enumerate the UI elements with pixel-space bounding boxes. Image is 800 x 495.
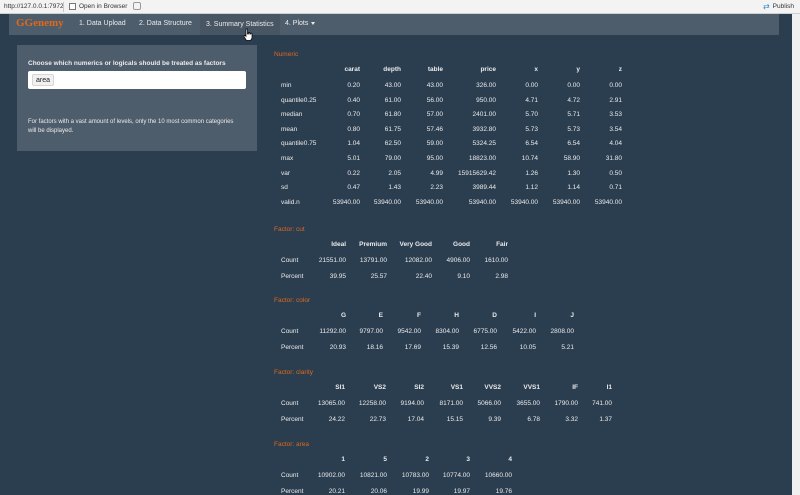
factor-title: Factor: color	[274, 297, 311, 304]
open-window-icon	[69, 3, 76, 10]
table-cell: 0.71	[609, 184, 622, 192]
column-header: z	[618, 66, 622, 73]
table-cell: 0.00	[609, 82, 622, 89]
open-in-browser-label: Open in Browser	[79, 3, 128, 10]
publish-button[interactable]: ⇄ Publish	[763, 1, 794, 12]
url-text[interactable]: http://127.0.0.1:7972	[4, 3, 64, 10]
tab-plots-label: 4. Plots	[285, 20, 309, 27]
tab-data-structure[interactable]: 2. Data Structure	[139, 20, 192, 27]
table-cell: 4.99	[430, 169, 443, 177]
table-cell: 741.00	[592, 400, 612, 407]
column-header: J	[570, 312, 574, 319]
table-cell: 53940.00	[594, 198, 622, 206]
table-cell: 4.04	[609, 140, 622, 148]
table-cell: 3.54	[609, 125, 622, 133]
table-cell: 31.80	[605, 155, 622, 162]
numeric-title: Numeric	[274, 51, 299, 58]
factor-select-input[interactable]: area	[28, 71, 246, 89]
table-cell: 3.53	[609, 111, 622, 119]
table-cell: 0.50	[609, 169, 622, 177]
table-cell: 5.21	[561, 343, 574, 351]
refresh-icon[interactable]	[133, 2, 141, 10]
selected-chip[interactable]: area	[32, 74, 55, 86]
factor-levels-note: For factors with a vast amount of levels…	[28, 119, 234, 134]
table-cell: 2.91	[609, 96, 622, 104]
publish-label: Publish	[772, 3, 794, 10]
column-header: table	[427, 66, 443, 73]
publish-icon: ⇄	[762, 2, 770, 11]
factor-title: Factor: area	[274, 441, 310, 448]
tab-summary-statistics[interactable]: 3. Summary Statistics	[200, 14, 280, 35]
table-cell: 1.37	[599, 415, 612, 423]
row-label: var	[281, 169, 291, 177]
factor-title: Factor: cut	[274, 226, 305, 233]
table-cell: 10660.00	[484, 472, 512, 479]
table-cell: 2808.00	[550, 328, 575, 335]
tab-plots[interactable]: 4. Plots	[285, 20, 316, 27]
table-cell: 53940.00	[415, 198, 443, 206]
sidebar-panel: Choose which numerics or logicals should…	[17, 45, 257, 151]
row-label: mean	[281, 125, 298, 133]
table-cell: 95.00	[426, 155, 443, 162]
table-cell: 2.98	[495, 272, 508, 280]
table-cell: 19.76	[495, 487, 512, 495]
open-in-browser-button[interactable]: Open in Browser	[69, 1, 127, 12]
column-header: Fair	[496, 241, 508, 248]
row-label: valid.n	[281, 198, 300, 206]
row-label: min	[281, 82, 292, 89]
table-cell: 56.00	[426, 96, 443, 104]
chevron-down-icon	[311, 21, 316, 25]
table-cell: 57.46	[426, 125, 443, 133]
table-cell: 59.00	[426, 140, 443, 148]
factor-select-label: Choose which numerics or logicals should…	[28, 60, 226, 67]
tab-data-upload[interactable]: 1. Data Upload	[79, 20, 126, 27]
table-cell: 43.00	[426, 82, 443, 89]
column-header: 4	[508, 456, 512, 463]
row-label: max	[281, 155, 294, 162]
table-cell: 1610.00	[484, 257, 509, 264]
brand-logo[interactable]: GGenemy	[16, 17, 64, 29]
row-label: sd	[281, 184, 288, 192]
column-header: I1	[606, 384, 612, 391]
table-cell: 57.00	[426, 111, 443, 119]
hand-cursor-icon	[243, 28, 253, 41]
page-scrollbar[interactable]	[792, 14, 800, 495]
table-cell: 2.23	[430, 184, 443, 192]
viewer-toolbar: http://127.0.0.1:7972 Open in Browser ⇄ …	[0, 0, 800, 14]
factor-title: Factor: clarity	[274, 369, 314, 376]
toolbar-divider	[63, 2, 64, 12]
navbar: GGenemy 1. Data Upload 2. Data Structure…	[9, 14, 779, 35]
